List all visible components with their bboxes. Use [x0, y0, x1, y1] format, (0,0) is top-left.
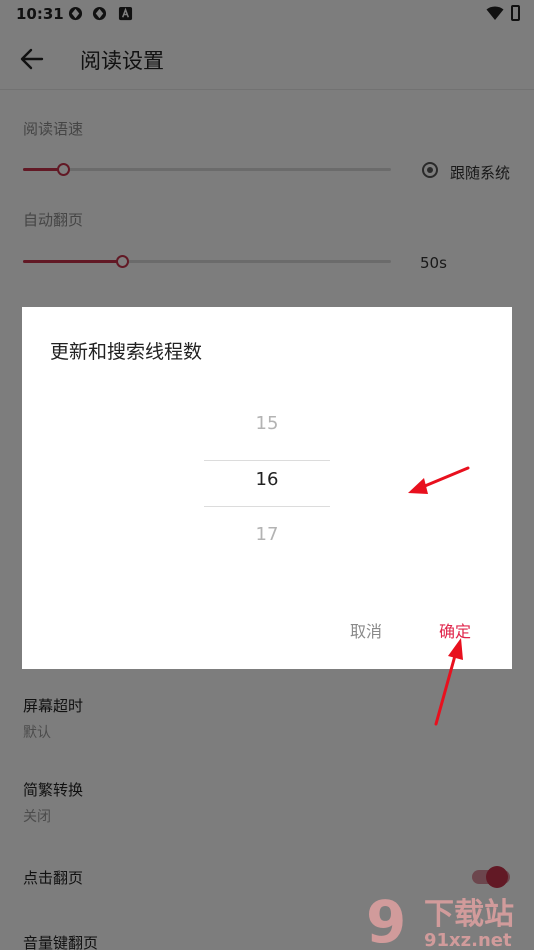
svg-text:91xz.net: 91xz.net [424, 930, 512, 950]
annotation-arrows [408, 466, 470, 726]
annotation-arrow-picker [408, 466, 470, 494]
svg-text:下载站: 下载站 [424, 897, 514, 932]
svg-text:9: 9 [366, 888, 406, 950]
watermark-logo: 9 下载站 91xz.net [366, 888, 514, 950]
annotation-arrow-confirm [434, 638, 463, 726]
